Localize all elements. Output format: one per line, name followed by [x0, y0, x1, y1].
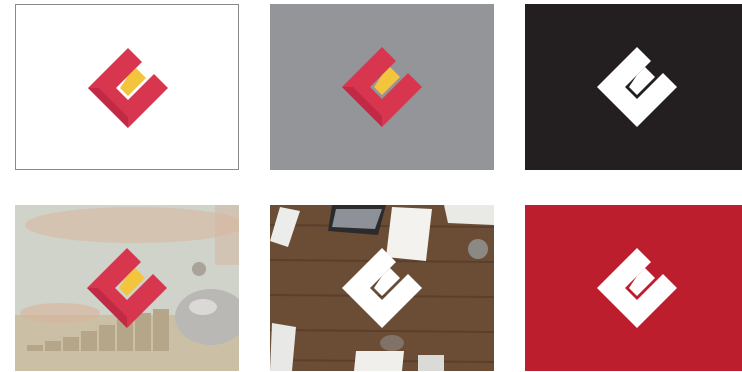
logo-tile-piggy-bank-photo	[15, 205, 239, 371]
logo-tile-white-background	[15, 4, 239, 170]
brand-logo-color	[342, 47, 422, 127]
brand-logo-color	[88, 48, 168, 128]
logo-tile-red-background	[525, 205, 742, 371]
brand-logo-white	[597, 248, 677, 328]
logo-tile-desk-photo	[270, 205, 494, 371]
brand-logo-white	[597, 47, 677, 127]
brand-logo-white	[342, 248, 422, 328]
brand-logo-color	[87, 248, 167, 328]
logo-tile-black-background	[525, 4, 742, 170]
logo-tile-gray-background	[270, 4, 494, 170]
